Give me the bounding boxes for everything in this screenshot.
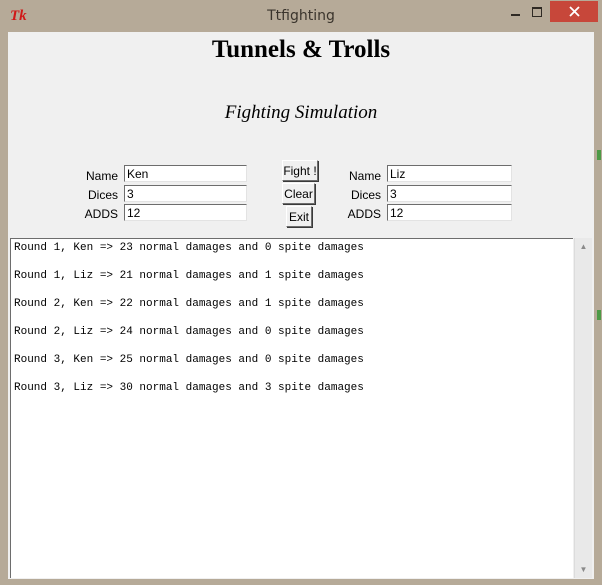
right-adds-input[interactable] [387,204,512,221]
clear-button[interactable]: Clear [282,183,315,204]
left-dices-label: Dices [87,188,118,202]
fight-button[interactable]: Fight ! [282,160,318,181]
vertical-scrollbar[interactable]: ▲ ▼ [574,238,592,578]
right-name-input[interactable] [387,165,512,182]
log-line: Round 3, Liz => 30 normal damages and 3 … [14,382,364,394]
right-dices-input[interactable] [387,185,512,202]
fight-log-textarea[interactable]: Round 1, Ken => 23 normal damages and 0 … [10,238,573,578]
log-line: Round 2, Ken => 22 normal damages and 1 … [14,298,364,310]
page-title: Tunnels & Trolls [211,36,391,63]
exit-button[interactable]: Exit [286,206,312,227]
log-line: Round 3, Ken => 25 normal damages and 0 … [14,354,364,366]
title-bar[interactable]: Tk Ttfighting [0,0,602,32]
scroll-down-arrow-icon[interactable]: ▼ [575,561,592,578]
log-line: Round 1, Liz => 21 normal damages and 1 … [14,270,364,282]
minimize-icon [510,13,520,16]
right-adds-label: ADDS [347,207,381,221]
minimize-button[interactable] [504,1,526,22]
left-dices-input[interactable] [124,185,247,202]
page-subtitle: Fighting Simulation [224,102,378,123]
main-window: Tunnels & Trolls Fighting Simulation Nam… [8,32,594,579]
log-line: Round 1, Ken => 23 normal damages and 0 … [14,242,364,254]
maximize-icon [532,6,542,17]
close-button[interactable] [550,1,598,22]
right-dices-label: Dices [350,188,381,202]
close-icon [568,6,580,17]
maximize-button[interactable] [526,1,548,22]
right-name-label: Name [348,169,381,183]
log-line: Round 2, Liz => 24 normal damages and 0 … [14,326,364,338]
background-window-edge [597,310,601,320]
scroll-up-arrow-icon[interactable]: ▲ [575,238,592,255]
left-adds-input[interactable] [124,204,247,221]
left-name-input[interactable] [124,165,247,182]
left-adds-label: ADDS [84,207,118,221]
left-name-label: Name [85,169,118,183]
background-window-edge [597,150,601,160]
